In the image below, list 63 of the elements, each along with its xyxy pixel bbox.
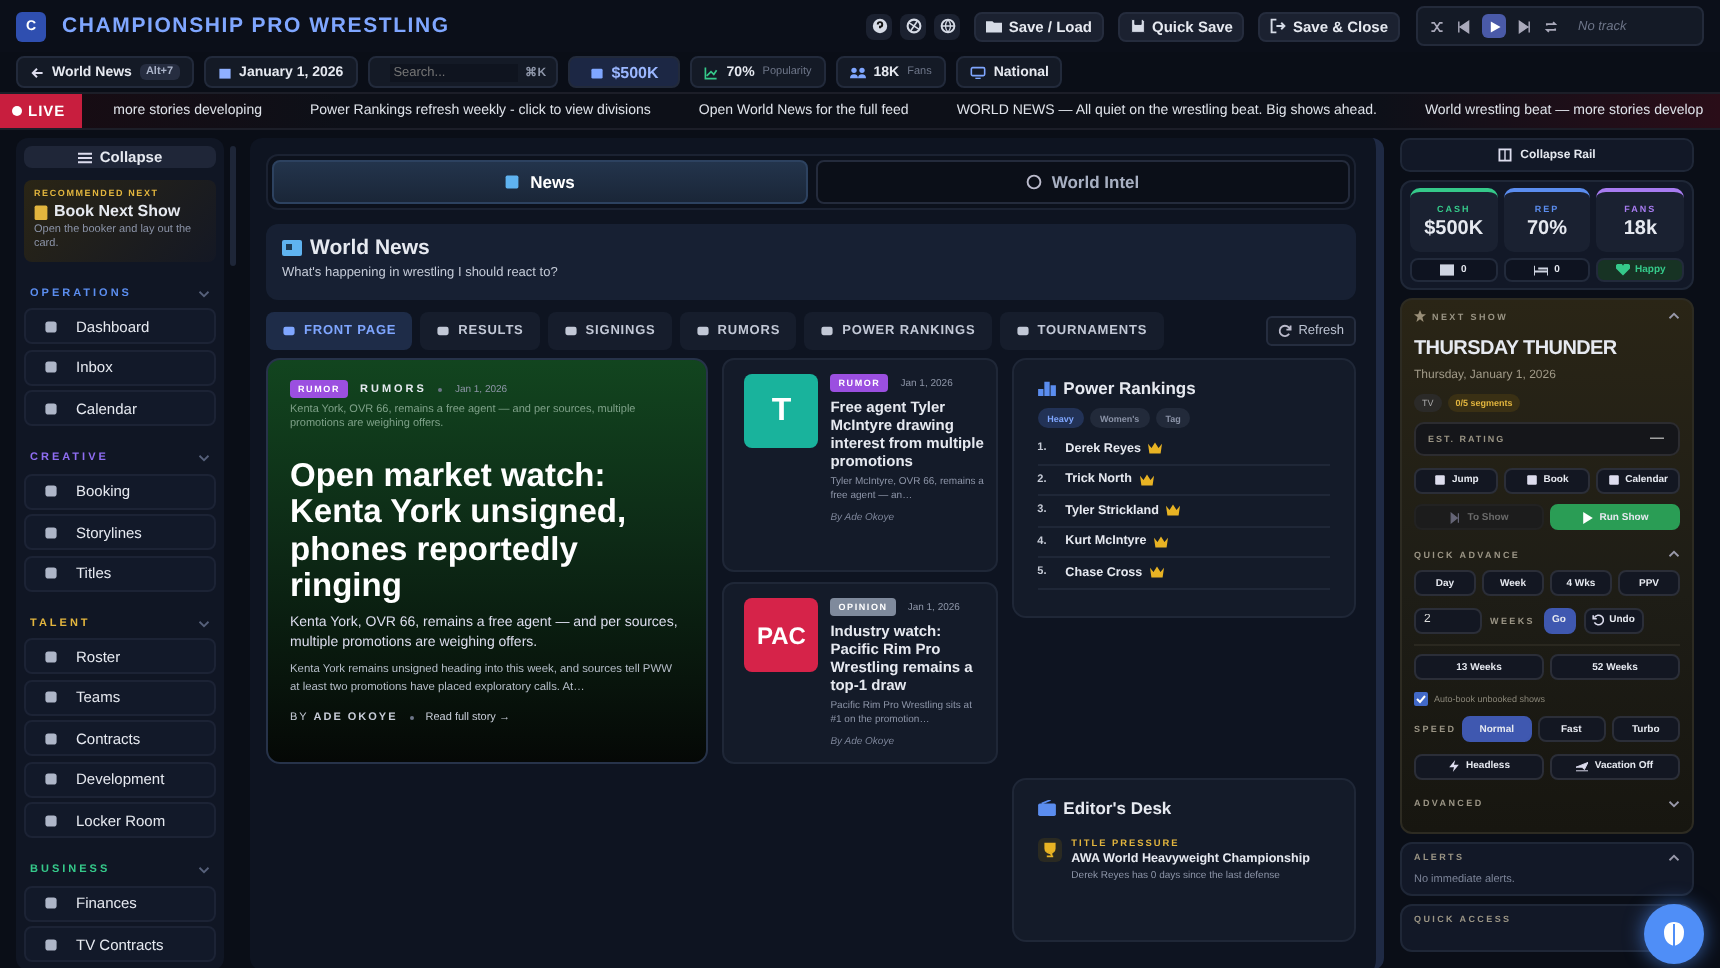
exit-icon <box>1270 18 1287 34</box>
chevron-up-icon[interactable] <box>1668 853 1680 861</box>
crown-icon <box>1154 535 1169 548</box>
play-icon <box>1581 511 1594 523</box>
back-arrow-icon <box>30 65 44 79</box>
card-title: Editor's Desk <box>1063 798 1172 818</box>
shuffle-icon[interactable] <box>1430 19 1444 33</box>
chevron-down-icon[interactable] <box>198 866 210 875</box>
page-title: World News <box>310 236 430 260</box>
recommended-title: Book Next Show <box>54 202 181 220</box>
view-tab[interactable]: World Intel <box>815 160 1350 204</box>
lead-story-card[interactable] <box>266 358 709 764</box>
skip-icon <box>1449 511 1462 523</box>
repeat-icon[interactable] <box>1544 19 1558 33</box>
cash-value: $500K <box>611 63 659 81</box>
story-thumbnail: T <box>744 374 819 448</box>
heart-icon <box>1615 264 1630 276</box>
live-dot-icon <box>12 106 22 116</box>
chevron-down-icon[interactable] <box>198 454 210 463</box>
previous-icon[interactable] <box>1456 19 1470 33</box>
bed-icon <box>1534 264 1549 276</box>
trophy-icon <box>1037 838 1062 862</box>
chevron-down-icon[interactable] <box>198 619 210 628</box>
chevron-up-icon[interactable] <box>1668 550 1680 558</box>
star-icon <box>1414 310 1426 322</box>
auto-book-checkbox[interactable] <box>1414 691 1428 705</box>
show-name: THURSDAY THUNDER <box>1414 337 1619 359</box>
help-button[interactable] <box>866 13 893 39</box>
play-button[interactable] <box>1482 14 1506 38</box>
chart-icon <box>704 65 719 79</box>
card-title: Power Rankings <box>1063 378 1196 398</box>
chevron-up-icon[interactable] <box>1668 312 1680 320</box>
crown-icon <box>1139 473 1154 486</box>
crown-icon <box>1166 504 1181 517</box>
lightning-icon <box>1448 760 1461 772</box>
story-thumbnail: PAC <box>744 598 819 672</box>
menu-icon <box>77 151 92 163</box>
view-tab[interactable]: News <box>272 160 807 204</box>
people-icon <box>849 65 866 79</box>
chevron-down-icon[interactable] <box>198 289 210 298</box>
stat-value: 70% <box>1527 218 1568 240</box>
crown-icon <box>1150 566 1165 579</box>
next-icon[interactable] <box>1518 19 1532 33</box>
refresh-icon <box>1278 324 1293 338</box>
app-title: CHAMPIONSHIP PRO WRESTLING <box>62 14 450 38</box>
folder-icon <box>986 18 1003 34</box>
chevron-down-icon[interactable] <box>1668 799 1680 807</box>
lead-headline: Open market watch: Kenta York unsigned, phones reportedly ringing <box>290 457 629 606</box>
podium-icon <box>1037 380 1056 396</box>
panel-icon <box>1498 148 1513 162</box>
globe-button[interactable] <box>934 13 961 39</box>
plane-icon <box>1576 760 1589 772</box>
stat-value: $500K <box>1424 218 1484 240</box>
monitor-icon <box>969 65 986 79</box>
stat-value: 18k <box>1623 218 1658 240</box>
help-icon <box>871 18 888 34</box>
save-icon <box>1130 18 1147 34</box>
assistant-button[interactable] <box>1644 904 1704 964</box>
undo-icon <box>1591 614 1604 626</box>
play-icon <box>1487 19 1501 33</box>
ball-button[interactable] <box>900 13 927 39</box>
crown-icon <box>1148 442 1163 455</box>
radio-icon <box>1037 800 1056 816</box>
